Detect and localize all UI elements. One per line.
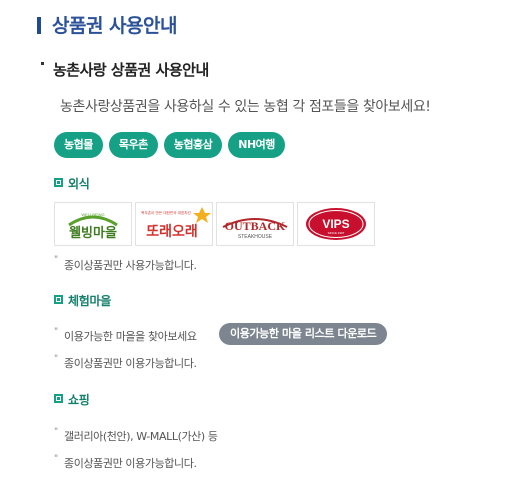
experience-note-find: 이용가능한 마을을 찾아보세요	[64, 330, 197, 343]
vips-logo-icon: VIPS SINCE 1997	[306, 208, 366, 240]
outback-sub-text: STEAKHOUSE	[238, 234, 273, 240]
experience-note-paper: 종이상품권만 이용가능합니다.	[64, 357, 197, 370]
note-bullet: "	[54, 454, 59, 464]
tab-mokwoochon[interactable]: 목우촌	[108, 132, 158, 158]
bullet-dot	[41, 62, 44, 65]
section-square-icon	[54, 295, 63, 304]
section-heading-experience: 체험마을	[68, 294, 111, 308]
ttoraeorae-logo-text: 또래오래	[146, 224, 198, 240]
title-bar-decoration	[37, 17, 41, 34]
outback-logo-icon: OUTBACK STEAKHOUSE	[222, 218, 288, 240]
note-bullet: "	[54, 354, 59, 364]
store-tabs: 농협몰 목우촌 농협홍삼 NH여행	[54, 132, 285, 158]
tab-nonghyup-mall[interactable]: 농협몰	[54, 132, 103, 158]
download-village-list-button[interactable]: 이용가능한 마을 리스트 다운로드	[219, 323, 388, 345]
dining-logo-row: WELLBEING 웰빙마을 목우촌이 만든 대한민국 대표치킨 또래오래 OU…	[54, 202, 375, 246]
note-bullet: "	[54, 327, 59, 337]
wellbeing-top-text: WELLBEING	[81, 212, 104, 217]
wellbeing-maeul-logo-icon: WELLBEING 웰빙마을	[68, 212, 118, 241]
shopping-note-paper: 종이상품권만 이용가능합니다.	[64, 457, 197, 470]
ttoraeorae-logo-icon: 목우촌이 만든 대한민국 대표치킨 또래오래	[141, 207, 211, 240]
section-square-icon	[54, 178, 63, 187]
tab-nonghyup-hongsam[interactable]: 농협홍삼	[163, 132, 223, 158]
note-bullet: "	[54, 427, 59, 437]
section-description: 농촌사랑상품권을 사용하실 수 있는 농협 각 점포들을 찾아보세요!	[60, 99, 431, 115]
page-title: 상품권 사용안내	[52, 15, 177, 37]
tab-nh-travel[interactable]: NH여행	[228, 132, 285, 158]
logo-ttoraeorae[interactable]: 목우촌이 만든 대한민국 대표치킨 또래오래	[135, 202, 213, 246]
dining-note: 종이상품권만 사용가능합니다.	[64, 259, 197, 272]
logo-outback[interactable]: OUTBACK STEAKHOUSE	[216, 202, 294, 246]
logo-vips[interactable]: VIPS SINCE 1997	[297, 202, 375, 246]
note-bullet: "	[54, 255, 59, 265]
wellbeing-logo-text: 웰빙마을	[69, 225, 117, 241]
section-heading-shopping: 쇼핑	[68, 393, 90, 407]
vips-logo-text: VIPS	[322, 217, 349, 231]
shopping-note-stores: 갤러리아(천안), W-MALL(가산) 등	[64, 430, 218, 443]
vips-sub-text: SINCE 1997	[328, 231, 345, 235]
outback-logo-text: OUTBACK	[225, 219, 286, 233]
section-square-icon	[54, 394, 63, 403]
section-heading-dining: 외식	[68, 177, 90, 191]
section-subtitle: 농촌사랑 상품권 사용안내	[53, 61, 209, 79]
ttoraeorae-top-text: 목우촌이 만든 대한민국 대표치킨	[141, 210, 191, 215]
logo-wellbeing-maeul[interactable]: WELLBEING 웰빙마을	[54, 202, 132, 246]
